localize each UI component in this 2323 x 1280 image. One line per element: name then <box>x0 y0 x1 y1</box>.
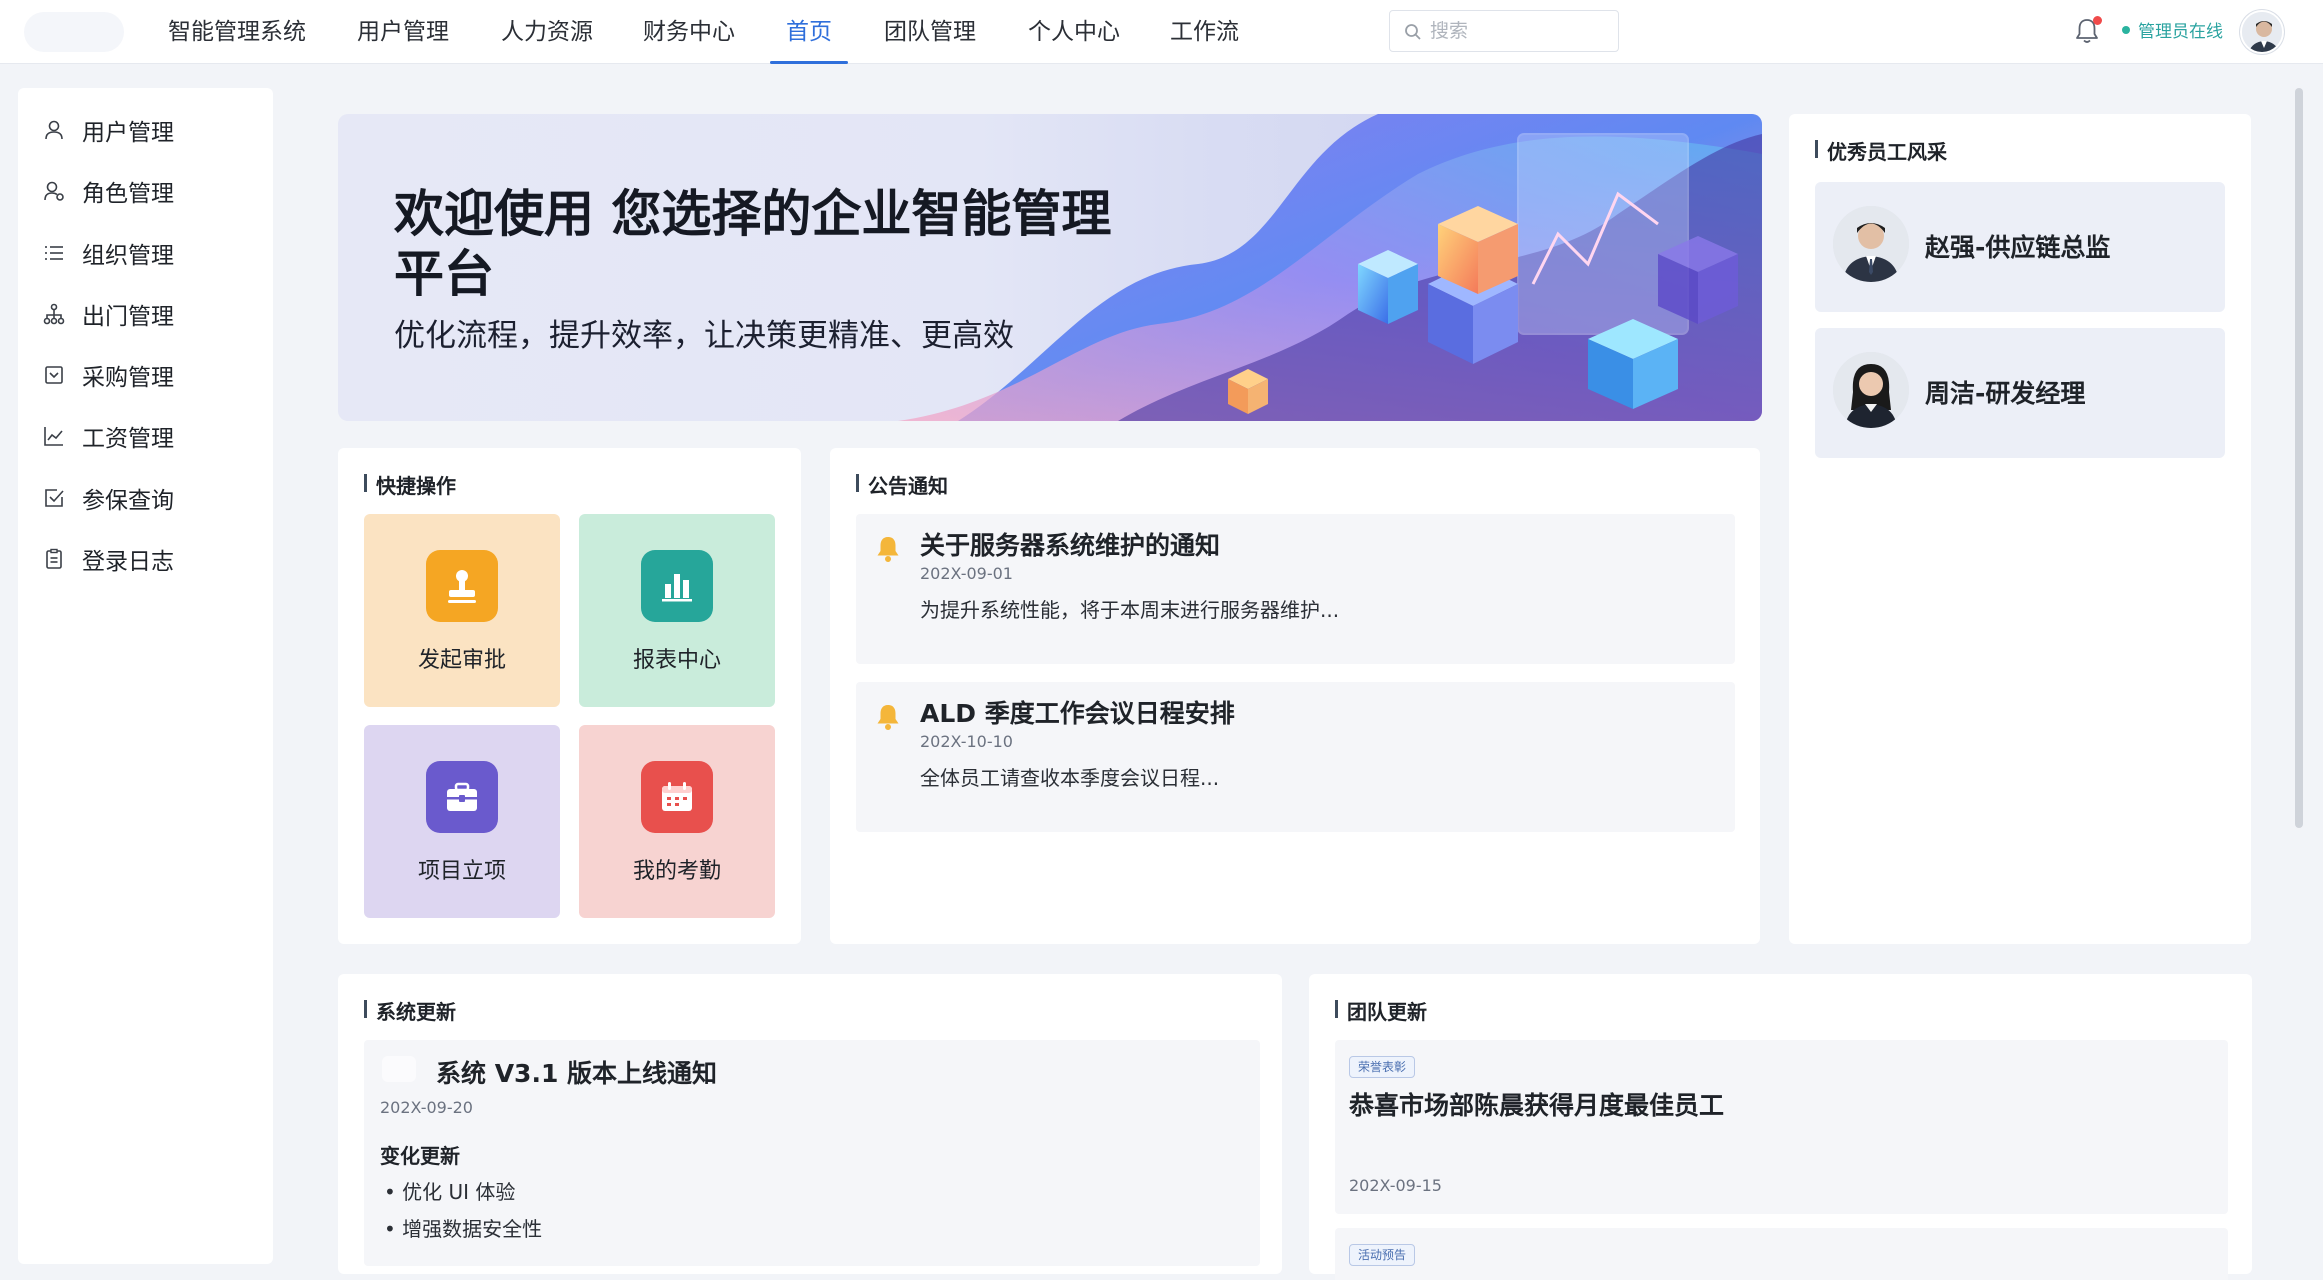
search-icon <box>1405 24 1421 40</box>
sidebar-item-label: 组织管理 <box>82 243 174 269</box>
system-update-title: 系统更新 <box>364 996 456 1025</box>
nav-user-management[interactable]: 用户管理 <box>357 0 449 64</box>
update-change-item: • 增强数据安全性 <box>384 1217 543 1241</box>
bell-icon <box>877 705 899 730</box>
update-icon <box>382 1056 416 1082</box>
update-change-heading: 变化更新 <box>380 1144 460 1168</box>
notice-date: 202X-09-01 <box>920 564 1013 583</box>
team-update-tag: 荣誉表彰 <box>1349 1056 1416 1078</box>
chart-line-icon <box>40 422 68 450</box>
system-update-item[interactable]: 系统 V3.1 版本上线通知 202X-09-20 变化更新 • 优化 UI 体… <box>364 1040 1260 1266</box>
sidebar-item-user-management[interactable]: 用户管理 <box>40 110 260 150</box>
sidebar-item-label: 采购管理 <box>82 365 174 391</box>
employee-name: 周洁-研发经理 <box>1925 379 2086 408</box>
nav-human-resources[interactable]: 人力资源 <box>501 0 593 64</box>
team-update-card: 团队更新 荣誉表彰 恭喜市场部陈晨获得月度最佳员工 202X-09-15 活动预… <box>1309 974 2252 1280</box>
banner-illustration <box>898 114 1762 421</box>
user-icon <box>40 116 68 144</box>
bar-chart-icon <box>641 550 713 622</box>
tile-project-initiation[interactable]: 项目立项 <box>364 725 560 918</box>
update-title: 系统 V3.1 版本上线通知 <box>436 1059 718 1088</box>
employee-avatar <box>1833 206 1909 282</box>
sidebar-item-login-log[interactable]: 登录日志 <box>40 539 260 579</box>
tile-label: 我的考勤 <box>632 859 721 884</box>
notification-dot <box>2093 16 2102 25</box>
sidebar-item-org-management[interactable]: 组织管理 <box>40 233 260 273</box>
tile-report-center[interactable]: 报表中心 <box>579 514 775 707</box>
notice-body: 全体员工请查收本季度会议日程... <box>920 766 1220 790</box>
sidebar-item-exit-management[interactable]: 出门管理 <box>40 294 260 334</box>
employee-card[interactable]: 赵强-供应链总监 <box>1815 182 2225 312</box>
employees-card: 优秀员工风采 赵强-供应链总监 周洁-研发经理 <box>1789 114 2251 944</box>
quick-ops-title: 快捷操作 <box>364 470 456 499</box>
sidebar-item-insurance-query[interactable]: 参保查询 <box>40 478 260 518</box>
notice-body: 为提升系统性能，将于本周末进行服务器维护... <box>920 598 1340 622</box>
page-scrollbar[interactable] <box>2295 88 2303 828</box>
sidebar-item-label: 工资管理 <box>82 426 174 452</box>
checkbox-icon <box>40 484 68 512</box>
tile-label: 发起审批 <box>417 648 506 673</box>
search-box <box>1389 10 1619 52</box>
notice-title: ALD 季度工作会议日程安排 <box>920 699 1235 728</box>
team-update-title: 团队更新 <box>1335 996 1427 1025</box>
team-update-item[interactable]: 活动预告 <box>1335 1228 2228 1280</box>
sidebar: 用户管理 角色管理 组织管理 出门管理 采购管理 工资管理 参保查询 登录日志 <box>18 88 273 1264</box>
team-update-headline: 恭喜市场部陈晨获得月度最佳员工 <box>1349 1091 1725 1120</box>
online-status-label: 管理员在线 <box>2138 22 2223 42</box>
nav-finance-center[interactable]: 财务中心 <box>643 0 735 64</box>
clipboard-icon <box>40 545 68 573</box>
sidebar-item-purchase-management[interactable]: 采购管理 <box>40 355 260 395</box>
user-avatar[interactable] <box>2240 10 2284 54</box>
nav-brand[interactable]: 智能管理系统 <box>168 0 306 64</box>
tile-start-approval[interactable]: 发起审批 <box>364 514 560 707</box>
stamp-icon <box>426 550 498 622</box>
sidebar-item-label: 角色管理 <box>82 181 174 207</box>
team-update-date: 202X-09-15 <box>1349 1176 1442 1195</box>
org-tree-icon <box>40 300 68 328</box>
nav-team-management[interactable]: 团队管理 <box>884 0 976 64</box>
nav-personal-center[interactable]: 个人中心 <box>1028 0 1120 64</box>
notice-title: 关于服务器系统维护的通知 <box>920 531 1221 560</box>
team-update-tag: 活动预告 <box>1349 1244 1416 1266</box>
sidebar-item-label: 参保查询 <box>82 488 174 514</box>
nav-home[interactable]: 首页 <box>770 0 848 64</box>
nav-workflow[interactable]: 工作流 <box>1170 0 1239 64</box>
top-navigation-bar: 智能管理系统 用户管理 人力资源 财务中心 首页 团队管理 个人中心 工作流 管… <box>0 0 2323 64</box>
employee-avatar <box>1833 352 1909 428</box>
list-icon <box>40 239 68 267</box>
team-update-item[interactable]: 荣誉表彰 恭喜市场部陈晨获得月度最佳员工 202X-09-15 <box>1335 1040 2228 1214</box>
employee-name: 赵强-供应链总监 <box>1925 233 2111 262</box>
briefcase-icon <box>426 761 498 833</box>
notification-button[interactable] <box>2070 14 2104 48</box>
search-input[interactable] <box>1430 17 1610 45</box>
employee-card[interactable]: 周洁-研发经理 <box>1815 328 2225 458</box>
notices-title: 公告通知 <box>856 470 948 499</box>
calendar-icon <box>641 761 713 833</box>
role-icon <box>40 177 68 205</box>
sidebar-item-role-management[interactable]: 角色管理 <box>40 171 260 211</box>
notice-item[interactable]: 关于服务器系统维护的通知 202X-09-01 为提升系统性能，将于本周末进行服… <box>856 514 1735 664</box>
sidebar-item-salary-management[interactable]: 工资管理 <box>40 416 260 456</box>
update-date: 202X-09-20 <box>380 1098 473 1117</box>
notices-card: 公告通知 关于服务器系统维护的通知 202X-09-01 为提升系统性能，将于本… <box>830 448 1760 944</box>
quick-ops-card: 快捷操作 发起审批 报表中心 项目立项 我的考勤 <box>338 448 801 944</box>
sidebar-item-label: 出门管理 <box>82 304 174 330</box>
notice-date: 202X-10-10 <box>920 732 1013 751</box>
sidebar-item-label: 用户管理 <box>82 120 174 146</box>
sidebar-item-label: 登录日志 <box>82 549 174 575</box>
tile-label: 项目立项 <box>417 859 506 884</box>
tile-label: 报表中心 <box>632 648 721 673</box>
logo <box>24 12 124 52</box>
notice-item[interactable]: ALD 季度工作会议日程安排 202X-10-10 全体员工请查收本季度会议日程… <box>856 682 1735 832</box>
update-change-item: • 优化 UI 体验 <box>384 1180 516 1204</box>
purchase-icon <box>40 361 68 389</box>
employees-title: 优秀员工风采 <box>1815 136 1947 165</box>
bell-icon <box>877 537 899 562</box>
online-dot <box>2122 26 2130 34</box>
system-update-card: 系统更新 系统 V3.1 版本上线通知 202X-09-20 变化更新 • 优化… <box>338 974 1282 1274</box>
online-status: 管理员在线 <box>2122 0 2223 64</box>
tile-my-attendance[interactable]: 我的考勤 <box>579 725 775 918</box>
welcome-banner: 欢迎使用 您选择的企业智能管理平台 优化流程，提升效率，让决策更精准、更高效 <box>338 114 1762 421</box>
